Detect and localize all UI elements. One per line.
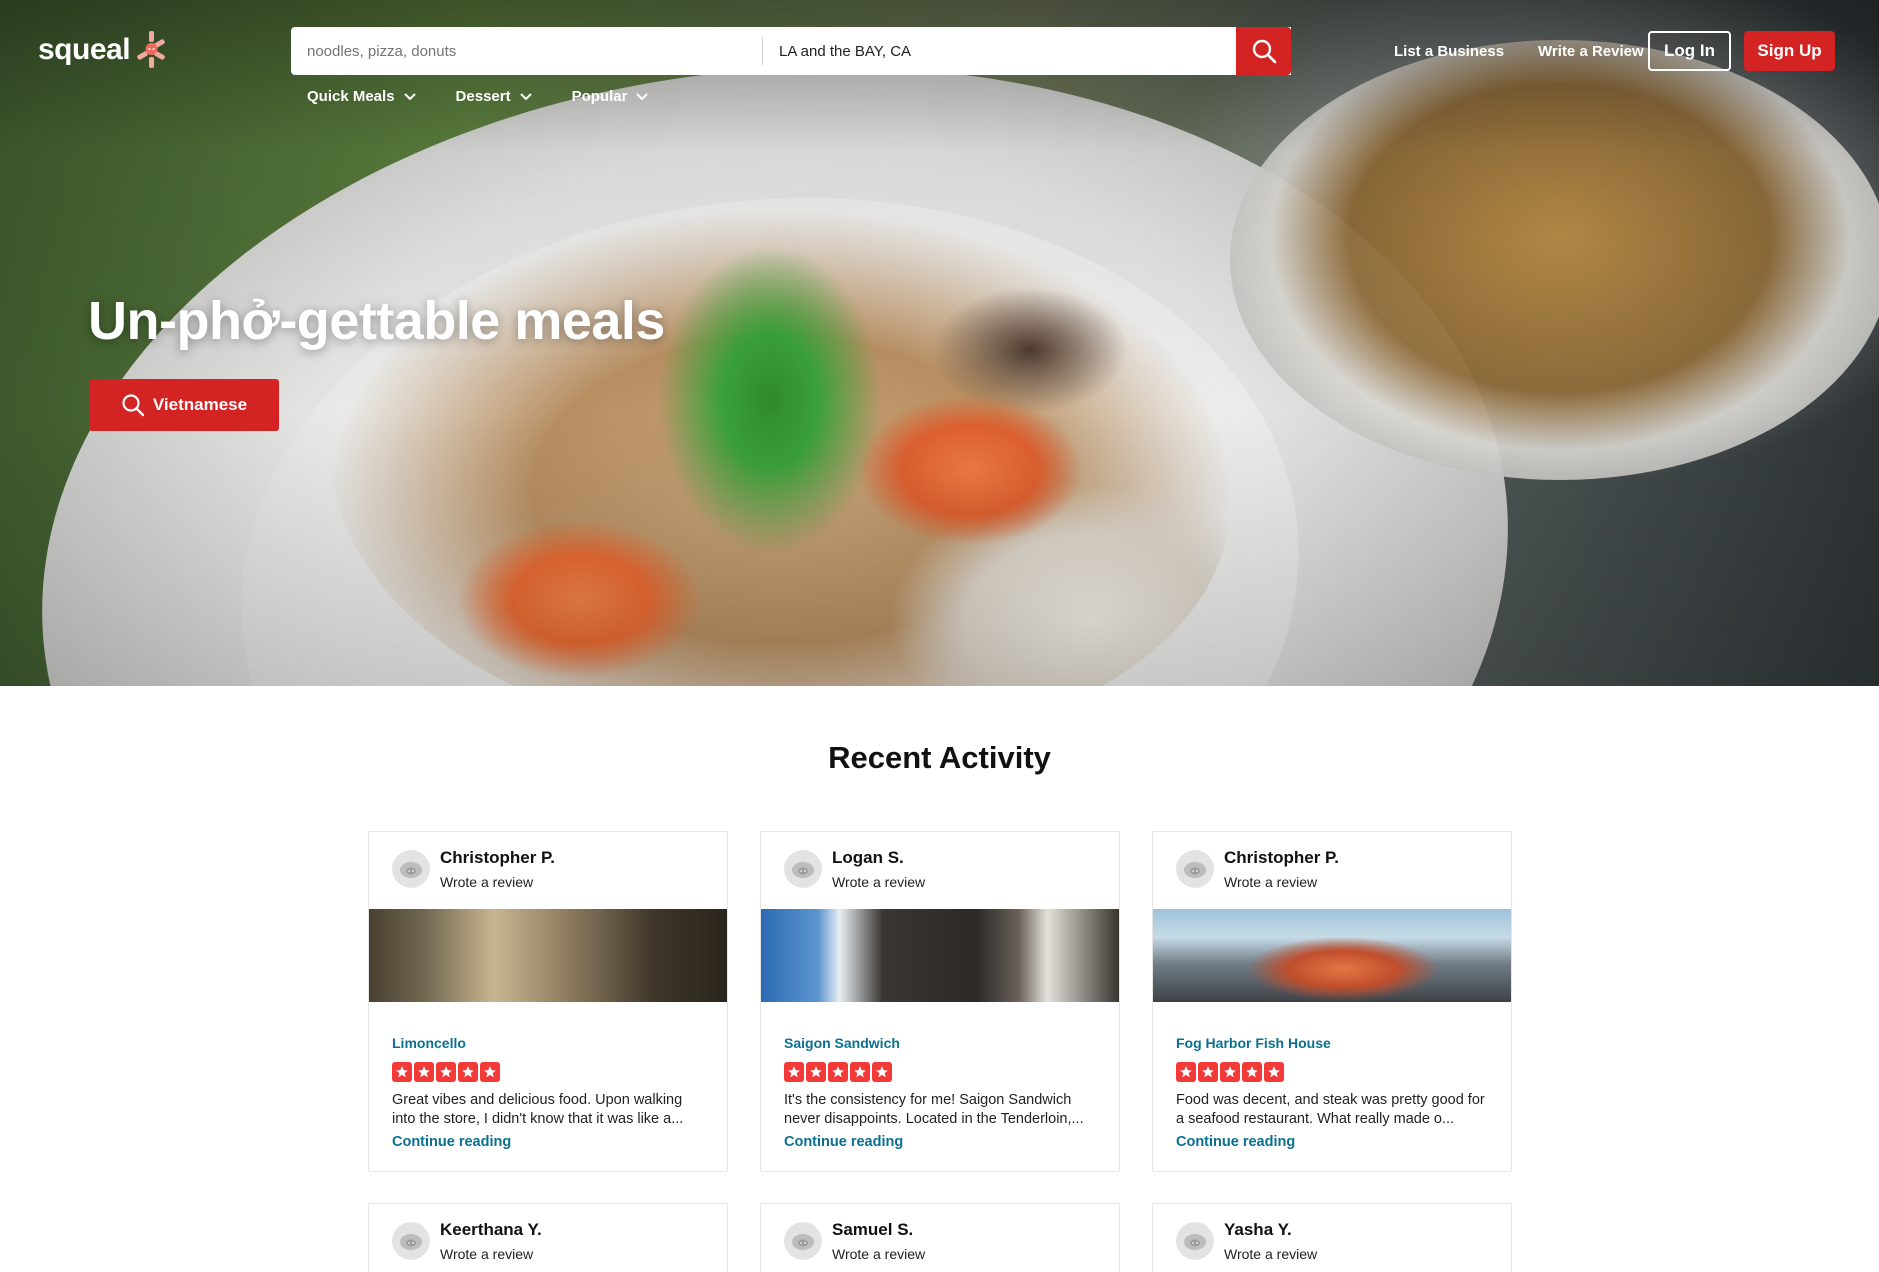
- search-icon: [1252, 39, 1276, 64]
- search-bar: [291, 27, 1291, 75]
- business-link[interactable]: Saigon Sandwich: [784, 1035, 1096, 1051]
- signup-button[interactable]: Sign Up: [1744, 31, 1835, 71]
- recent-activity-title: Recent Activity: [828, 740, 1051, 775]
- user-name[interactable]: Samuel S.: [832, 1220, 913, 1240]
- review-card: Christopher P. Wrote a review Fog Harbor…: [1152, 831, 1512, 1172]
- star-icon: [1220, 1062, 1240, 1082]
- chevron-down-icon: [519, 92, 532, 100]
- user-action: Wrote a review: [832, 874, 926, 890]
- star-icon: [1242, 1062, 1262, 1082]
- continue-reading-link[interactable]: Continue reading: [1176, 1134, 1488, 1150]
- category-nav: Quick Meals Dessert Popular: [307, 88, 649, 105]
- star-icon: [784, 1062, 804, 1082]
- pig-avatar-icon: [792, 862, 814, 878]
- review-photo[interactable]: [369, 909, 727, 1002]
- review-card: Christopher P. Wrote a review Limoncello…: [368, 831, 728, 1172]
- star-icon: [1264, 1062, 1284, 1082]
- search-icon: [122, 394, 145, 417]
- star-rating: [1176, 1062, 1488, 1082]
- category-label: Popular: [571, 88, 628, 105]
- star-icon: [392, 1062, 412, 1082]
- category-dessert[interactable]: Dessert: [456, 88, 532, 105]
- pig-avatar-icon: [792, 1234, 814, 1250]
- pig-avatar-icon: [1184, 862, 1206, 878]
- star-icon: [414, 1062, 434, 1082]
- header-nav: List a Business Write a Review: [1394, 31, 1644, 71]
- star-icon: [458, 1062, 478, 1082]
- pig-avatar-icon: [400, 862, 422, 878]
- user-name[interactable]: Yasha Y.: [1224, 1220, 1292, 1240]
- review-photo[interactable]: [761, 909, 1119, 1002]
- star-icon: [850, 1062, 870, 1082]
- search-submit-button[interactable]: [1236, 27, 1291, 75]
- star-icon: [480, 1062, 500, 1082]
- hero-cta-button[interactable]: Vietnamese: [89, 379, 279, 431]
- review-excerpt: It's the consistency for me! Saigon Sand…: [784, 1092, 1084, 1127]
- logo-text: squeal: [38, 33, 131, 66]
- avatar[interactable]: [1176, 1222, 1214, 1260]
- review-card: Samuel S. Wrote a review: [760, 1203, 1120, 1272]
- user-name[interactable]: Christopher P.: [1224, 848, 1339, 868]
- user-action: Wrote a review: [1224, 874, 1318, 890]
- star-icon: [806, 1062, 826, 1082]
- avatar[interactable]: [1176, 850, 1214, 888]
- user-action: Wrote a review: [832, 1246, 926, 1262]
- list-business-link[interactable]: List a Business: [1394, 43, 1504, 60]
- continue-reading-link[interactable]: Continue reading: [392, 1134, 704, 1150]
- star-icon: [872, 1062, 892, 1082]
- review-card: Logan S. Wrote a review Saigon Sandwich …: [760, 831, 1120, 1172]
- avatar[interactable]: [784, 1222, 822, 1260]
- hero-title: Un-phở-gettable meals: [88, 291, 665, 351]
- star-rating: [784, 1062, 1096, 1082]
- star-icon: [436, 1062, 456, 1082]
- pig-avatar-icon: [400, 1234, 422, 1250]
- user-action: Wrote a review: [440, 1246, 534, 1262]
- search-near-input[interactable]: [763, 27, 1218, 75]
- category-quick-meals[interactable]: Quick Meals: [307, 88, 416, 105]
- user-name[interactable]: Logan S.: [832, 848, 904, 868]
- star-rating: [392, 1062, 704, 1082]
- star-icon: [1198, 1062, 1218, 1082]
- login-button[interactable]: Log In: [1648, 31, 1731, 71]
- user-action: Wrote a review: [1224, 1246, 1318, 1262]
- category-label: Quick Meals: [307, 88, 395, 105]
- chevron-down-icon: [636, 92, 649, 100]
- logo[interactable]: squeal: [38, 30, 168, 70]
- chevron-down-icon: [403, 92, 416, 100]
- review-card: Yasha Y. Wrote a review: [1152, 1203, 1512, 1272]
- write-review-link[interactable]: Write a Review: [1538, 43, 1644, 60]
- continue-reading-link[interactable]: Continue reading: [784, 1134, 1096, 1150]
- user-name[interactable]: Christopher P.: [440, 848, 555, 868]
- user-action: Wrote a review: [440, 874, 534, 890]
- category-label: Dessert: [455, 88, 511, 105]
- avatar[interactable]: [784, 850, 822, 888]
- pig-avatar-icon: [1184, 1234, 1206, 1250]
- review-excerpt: Great vibes and delicious food. Upon wal…: [392, 1092, 684, 1127]
- category-popular[interactable]: Popular: [572, 88, 649, 105]
- avatar[interactable]: [392, 850, 430, 888]
- business-link[interactable]: Fog Harbor Fish House: [1176, 1035, 1488, 1051]
- business-link[interactable]: Limoncello: [392, 1035, 704, 1051]
- avatar[interactable]: [392, 1222, 430, 1260]
- search-find-input[interactable]: [291, 27, 762, 75]
- review-card: Keerthana Y. Wrote a review: [368, 1203, 728, 1272]
- user-name[interactable]: Keerthana Y.: [440, 1220, 542, 1240]
- star-icon: [828, 1062, 848, 1082]
- review-photo[interactable]: [1153, 909, 1511, 1002]
- review-excerpt: Food was decent, and steak was pretty go…: [1176, 1092, 1485, 1127]
- hero-cta-label: Vietnamese: [152, 395, 248, 414]
- star-icon: [1176, 1062, 1196, 1082]
- pig-burst-logo-icon: [137, 31, 165, 68]
